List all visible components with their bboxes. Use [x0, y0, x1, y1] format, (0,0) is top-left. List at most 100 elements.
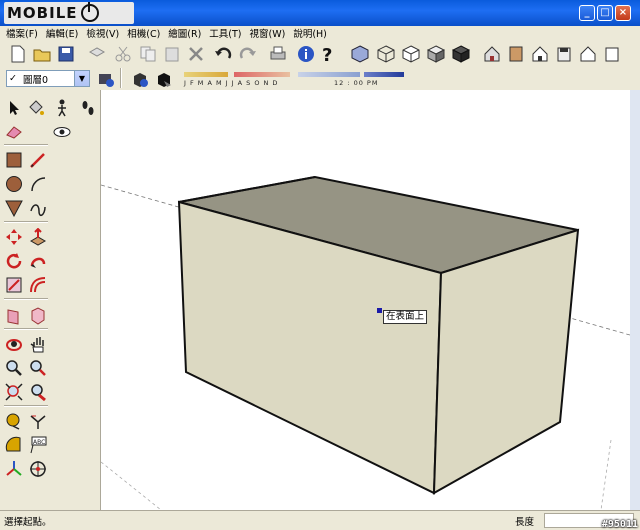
date-slider-track-2[interactable]	[234, 72, 290, 77]
menu-window[interactable]: 視窗(W)	[250, 26, 286, 40]
orbit-icon[interactable]	[4, 334, 24, 354]
menu-tools[interactable]: 工具(T)	[209, 26, 241, 40]
protractor-icon[interactable]	[4, 435, 24, 455]
circle-icon[interactable]	[4, 174, 24, 194]
right-edge-strip	[630, 90, 640, 510]
position-camera-icon[interactable]	[28, 459, 48, 479]
hidden-line-view-icon[interactable]	[401, 44, 421, 64]
open-folder-icon[interactable]	[32, 44, 52, 64]
tool-palette: ABC	[0, 90, 101, 510]
undo-icon[interactable]	[213, 44, 233, 64]
time-label: 12 : 00 PM	[334, 79, 379, 87]
palette-separator	[4, 298, 48, 300]
svg-text:?: ?	[322, 45, 332, 63]
freehand-icon[interactable]	[28, 198, 48, 218]
minimize-button[interactable]: _	[579, 5, 595, 21]
xray-view-icon[interactable]	[350, 44, 370, 64]
menu-draw[interactable]: 繪圖(R)	[168, 26, 201, 40]
arc-icon[interactable]	[28, 174, 48, 194]
drawing-canvas[interactable]	[100, 90, 631, 511]
inference-point-icon	[377, 308, 382, 313]
menu-edit[interactable]: 編輯(E)	[46, 26, 78, 40]
paste-icon[interactable]	[162, 44, 182, 64]
menu-view[interactable]: 檢視(V)	[86, 26, 119, 40]
section-fill-icon[interactable]	[28, 306, 48, 326]
guide-line-blue-axis	[600, 439, 612, 511]
print-icon[interactable]	[268, 44, 288, 64]
save-icon[interactable]	[56, 44, 76, 64]
text-label-icon[interactable]: ABC	[28, 435, 48, 455]
layer-check-icon: ✓	[9, 73, 17, 84]
paint-bucket-icon[interactable]	[26, 98, 46, 118]
shaded-texture-view-icon[interactable]	[451, 44, 471, 64]
close-button[interactable]: ×	[615, 5, 631, 21]
zoom-window-icon[interactable]	[28, 358, 48, 378]
follow-me-icon[interactable]	[28, 251, 48, 271]
month-labels: J F M A M J J A S O N D	[184, 79, 279, 87]
back-view-icon[interactable]	[578, 44, 598, 64]
push-pull-icon[interactable]	[28, 227, 48, 247]
right-view-icon[interactable]	[554, 44, 574, 64]
time-slider-track[interactable]	[298, 72, 360, 77]
layer-dropdown[interactable]: ✓ 圖層0 ▼	[6, 70, 90, 87]
erase-icon[interactable]	[186, 44, 206, 64]
wireframe-view-icon[interactable]	[376, 44, 396, 64]
footprints-icon[interactable]	[78, 98, 98, 118]
layer-manager-icon[interactable]	[96, 69, 116, 89]
guide-line-green-axis	[100, 461, 162, 511]
redo-icon[interactable]	[238, 44, 258, 64]
sketchup-window: MOBILE _ □ × 檔案(F) 編輯(E) 檢視(V) 相機(C) 繪圖(…	[0, 0, 640, 530]
walk-person-icon[interactable]	[52, 98, 72, 118]
rectangle-icon[interactable]	[4, 150, 24, 170]
pan-hand-icon[interactable]	[28, 334, 48, 354]
polygon-icon[interactable]	[4, 198, 24, 218]
svg-text:ABC: ABC	[33, 439, 45, 446]
palette-separator	[4, 328, 48, 330]
section-plane-icon[interactable]	[4, 306, 24, 326]
watermark: #95011	[601, 519, 638, 530]
left-view-icon[interactable]	[602, 44, 622, 64]
zoom-extents-icon[interactable]	[4, 382, 24, 402]
standard-toolbar: ?	[0, 40, 640, 105]
palette-separator	[4, 144, 48, 146]
offset-icon[interactable]	[28, 275, 48, 295]
menu-file[interactable]: 檔案(F)	[6, 26, 38, 40]
maximize-button[interactable]: □	[597, 5, 613, 21]
menu-bar: 檔案(F) 編輯(E) 檢視(V) 相機(C) 繪圖(R) 工具(T) 視窗(W…	[0, 26, 640, 40]
iso-view-icon[interactable]	[482, 44, 502, 64]
shaded-view-icon[interactable]	[426, 44, 446, 64]
layer-name: 圖層0	[23, 74, 49, 86]
help-icon[interactable]: ?	[318, 44, 338, 64]
pencil-line-icon[interactable]	[28, 150, 48, 170]
zoom-icon[interactable]	[4, 358, 24, 378]
scale-icon[interactable]	[4, 275, 24, 295]
time-slider-track-2[interactable]	[364, 72, 404, 77]
select-arrow-icon[interactable]	[4, 98, 24, 118]
eraser-icon[interactable]	[4, 122, 24, 142]
tape-measure-icon[interactable]	[4, 411, 24, 431]
model-viewport	[100, 175, 631, 511]
model-info-icon[interactable]	[296, 44, 316, 64]
move-icon[interactable]	[4, 227, 24, 247]
palette-separator	[4, 405, 48, 407]
menu-camera[interactable]: 相機(C)	[127, 26, 160, 40]
cut-icon[interactable]	[113, 44, 133, 64]
date-slider-track[interactable]	[184, 72, 228, 77]
status-bar: 選擇起點。 長度 #95011	[0, 510, 640, 530]
dimension-icon[interactable]	[28, 411, 48, 431]
axes-icon[interactable]	[4, 459, 24, 479]
mobile01-logo: MOBILE	[4, 2, 134, 24]
menu-help[interactable]: 說明(H)	[293, 26, 327, 40]
top-view-icon[interactable]	[506, 44, 526, 64]
make-component-icon[interactable]	[87, 44, 107, 64]
shadow-settings-icon[interactable]	[130, 69, 150, 89]
chevron-down-icon[interactable]: ▼	[74, 71, 89, 86]
front-view-icon[interactable]	[530, 44, 550, 64]
rotate-icon[interactable]	[4, 251, 24, 271]
box-side-face[interactable]	[432, 228, 580, 495]
new-file-icon[interactable]	[8, 44, 28, 64]
copy-icon[interactable]	[138, 44, 158, 64]
previous-view-icon[interactable]	[28, 382, 48, 402]
look-around-eye-icon[interactable]	[52, 122, 72, 142]
display-shadows-icon[interactable]	[154, 69, 174, 89]
